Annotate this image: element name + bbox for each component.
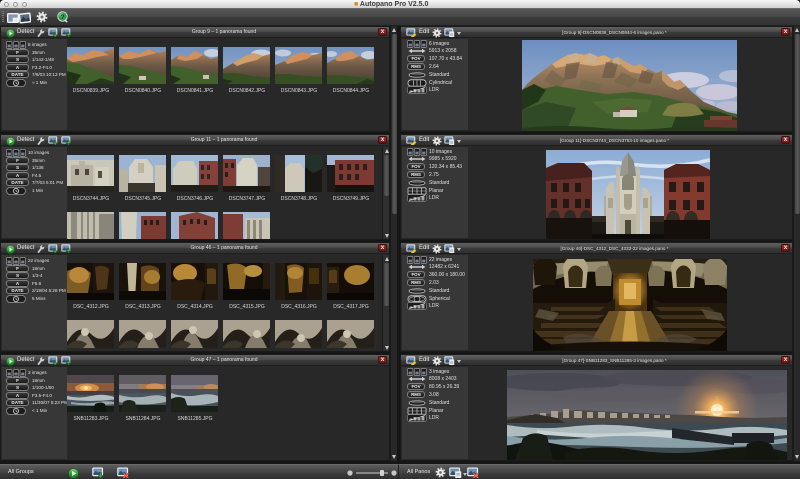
svg-text:?: ?	[61, 14, 65, 21]
